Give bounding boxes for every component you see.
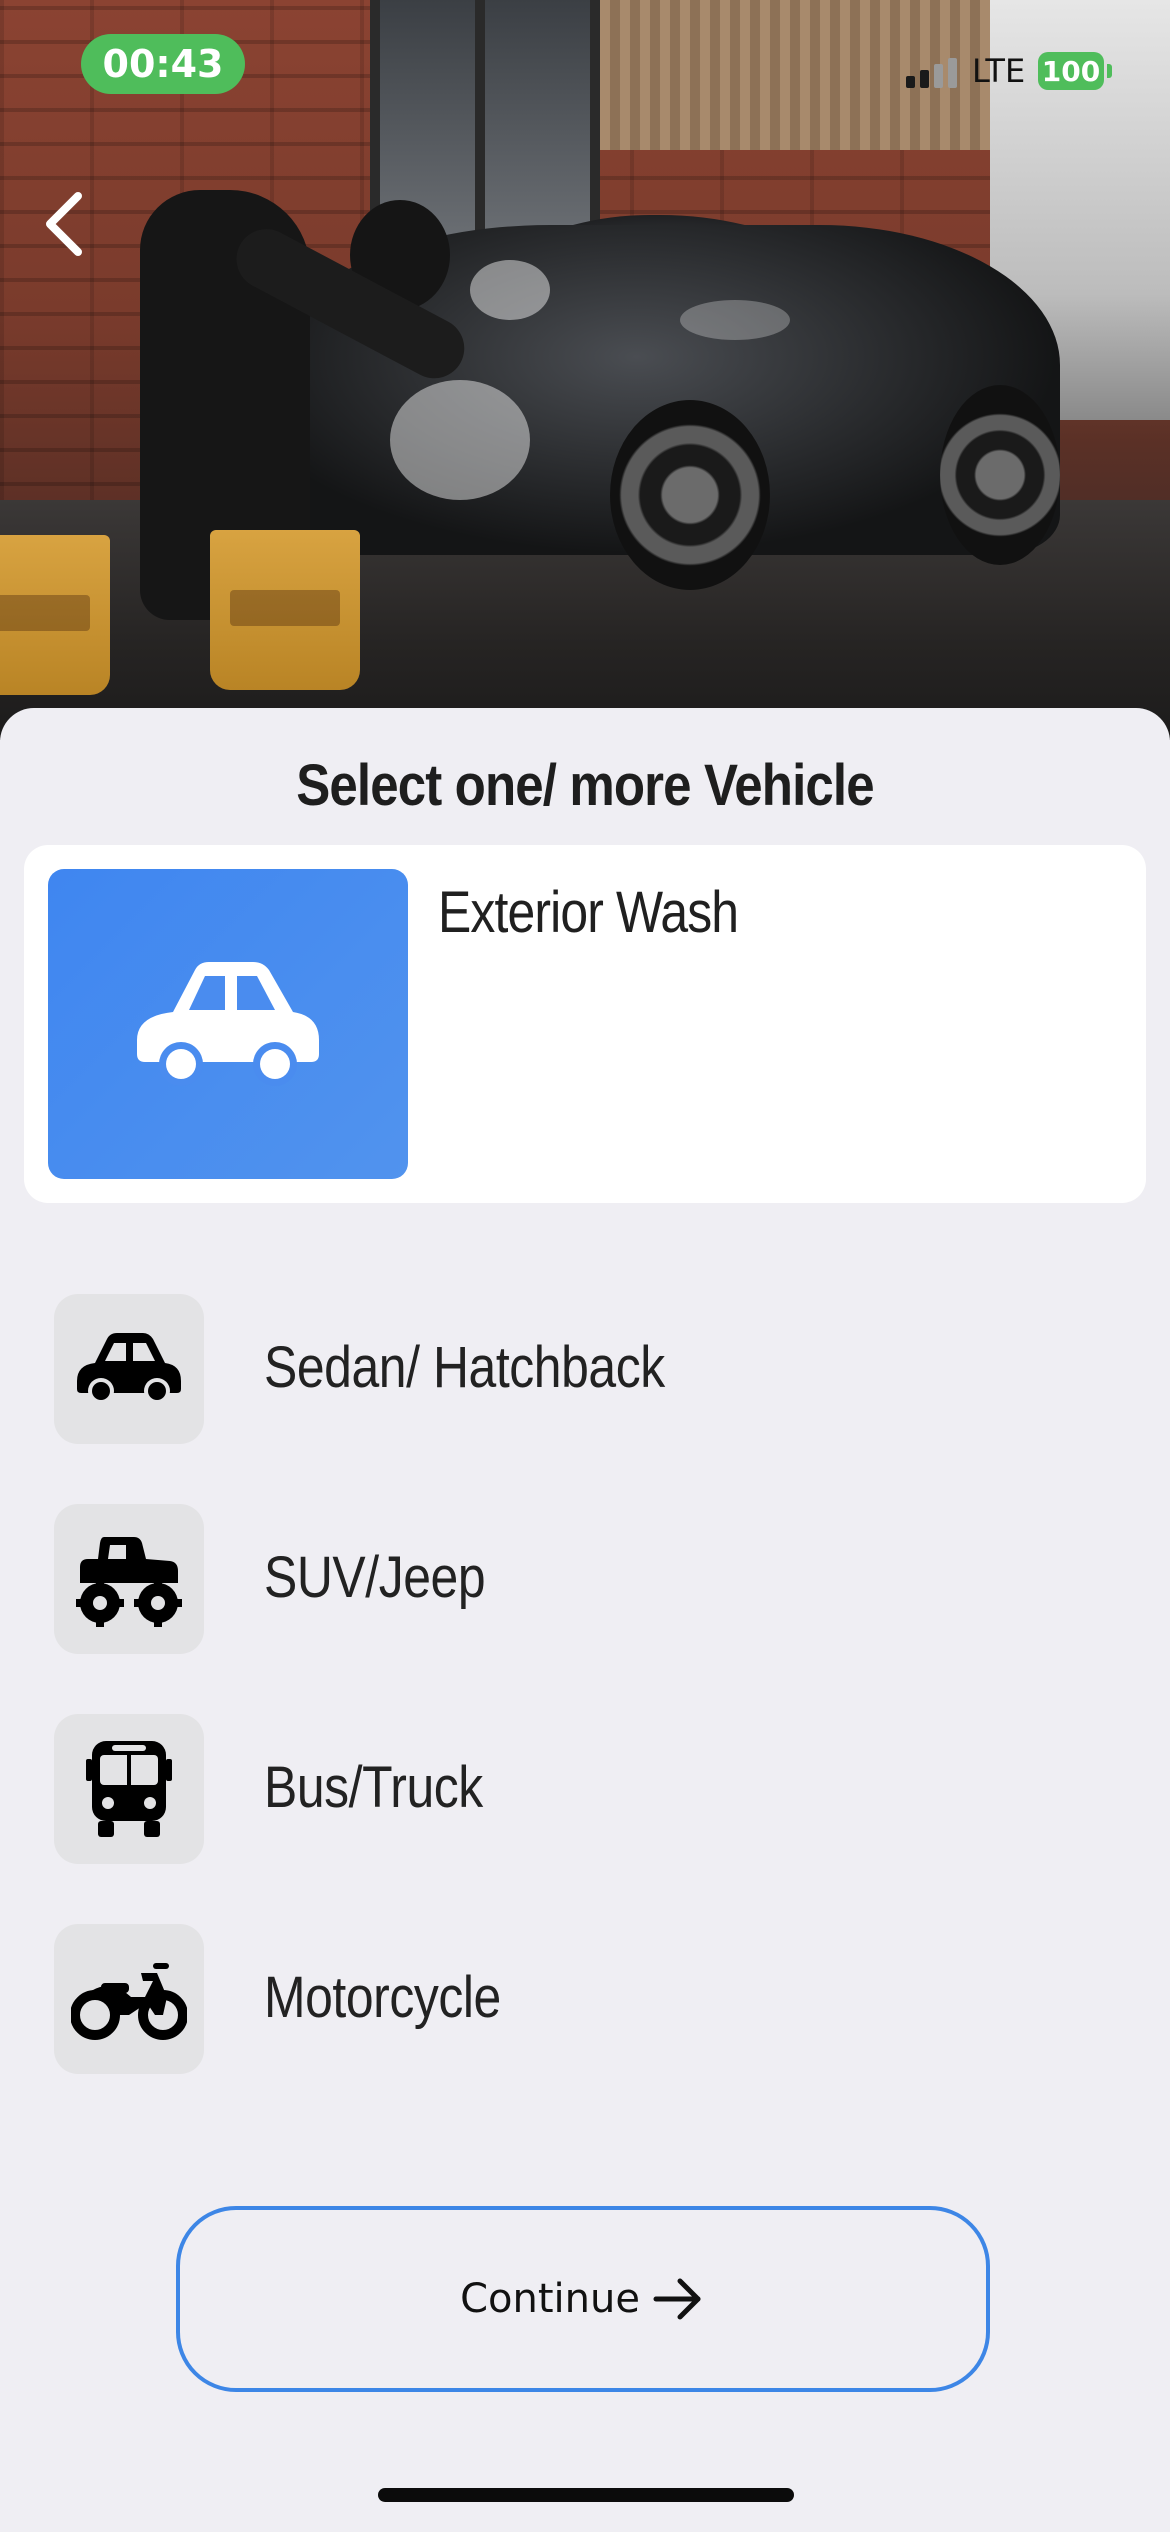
network-type: LTE bbox=[972, 52, 1026, 90]
vehicle-option-sedan[interactable]: Sedan/ Hatchback bbox=[54, 1294, 1114, 1444]
vehicle-icon-box bbox=[54, 1714, 204, 1864]
bus-icon bbox=[86, 1741, 172, 1837]
chevron-left-icon bbox=[46, 192, 82, 256]
car-wheel bbox=[940, 385, 1060, 565]
status-time: 00:43 bbox=[81, 34, 245, 94]
vehicle-option-suv[interactable]: SUV/Jeep bbox=[54, 1504, 1114, 1654]
bucket bbox=[210, 530, 360, 690]
vehicle-label: Sedan/ Hatchback bbox=[264, 1335, 665, 1400]
foam bbox=[680, 300, 790, 340]
hero-image bbox=[0, 0, 1170, 740]
vehicle-label: Motorcycle bbox=[264, 1965, 501, 2030]
motorcycle-icon bbox=[71, 1963, 187, 2040]
page-title: Select one/ more Vehicle bbox=[296, 753, 874, 818]
car-wheel bbox=[610, 400, 770, 590]
car-icon bbox=[137, 962, 319, 1086]
monster-truck-icon bbox=[76, 1537, 182, 1627]
battery-level: 100 bbox=[1038, 52, 1112, 90]
foam bbox=[390, 380, 530, 500]
service-card[interactable]: Exterior Wash bbox=[24, 845, 1146, 1203]
bottom-sheet: Select one/ more Vehicle Exterior Wash S… bbox=[0, 708, 1170, 2532]
vehicle-option-bus[interactable]: Bus/Truck bbox=[54, 1714, 1114, 1864]
vehicle-icon-box bbox=[54, 1504, 204, 1654]
vehicle-label: Bus/Truck bbox=[264, 1755, 483, 1820]
home-indicator[interactable] bbox=[378, 2488, 794, 2502]
service-name: Exterior Wash bbox=[438, 880, 739, 945]
arrow-right-icon bbox=[653, 2278, 701, 2320]
sedan-icon bbox=[77, 1333, 181, 1404]
back-button[interactable] bbox=[38, 184, 98, 264]
signal-icon bbox=[906, 58, 957, 88]
continue-button[interactable]: Continue bbox=[176, 2206, 990, 2392]
service-thumbnail bbox=[48, 869, 408, 1179]
vehicle-icon-box bbox=[54, 1924, 204, 2074]
bucket bbox=[0, 535, 110, 695]
vehicle-label: SUV/Jeep bbox=[264, 1545, 486, 1610]
foam bbox=[470, 260, 550, 320]
vehicle-option-motorcycle[interactable]: Motorcycle bbox=[54, 1924, 1114, 2074]
vehicle-icon-box bbox=[54, 1294, 204, 1444]
continue-label: Continue bbox=[460, 2276, 640, 2322]
